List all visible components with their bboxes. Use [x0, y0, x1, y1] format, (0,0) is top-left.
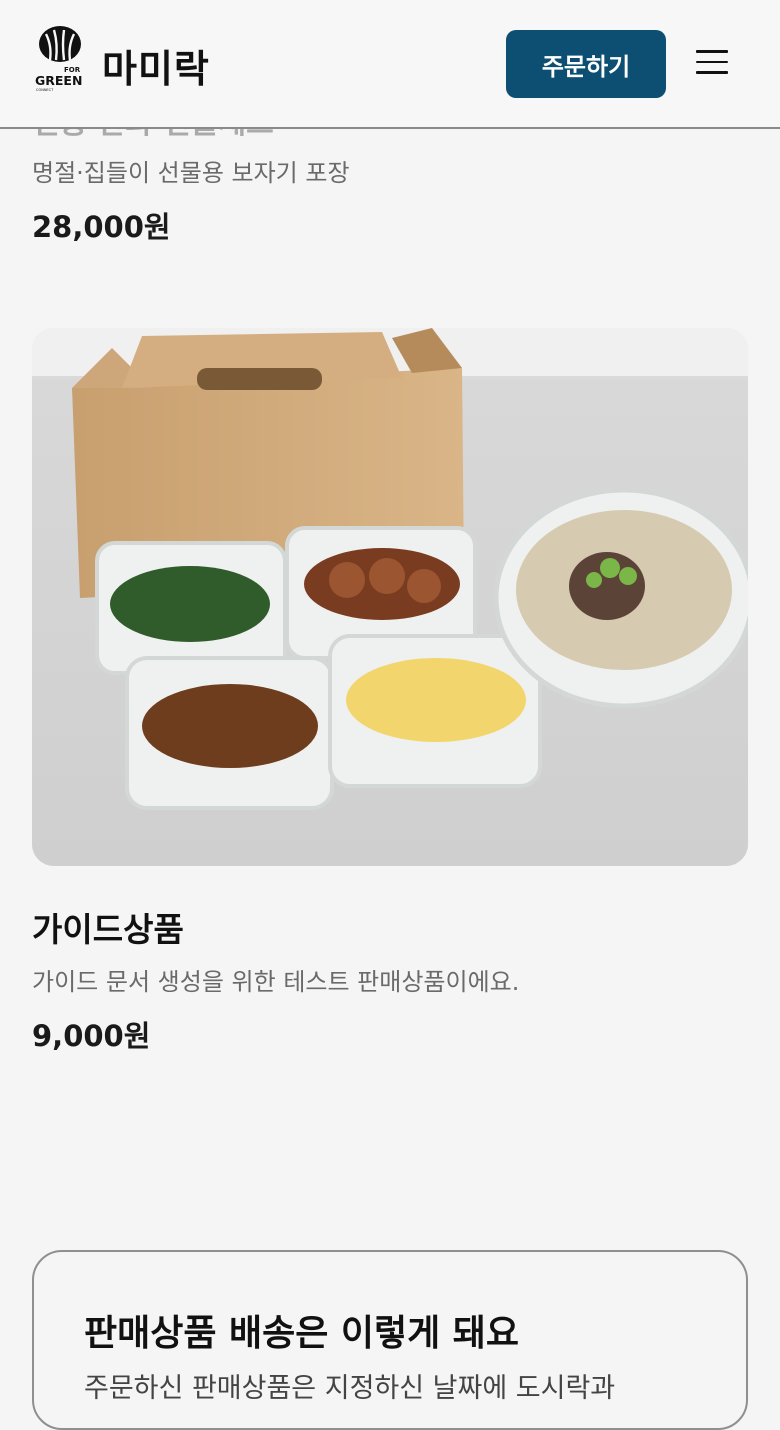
brand-logo[interactable]: FOR GREEN CONNECT	[34, 26, 86, 92]
site-header: FOR GREEN CONNECT 마미락 주문하기	[0, 0, 780, 129]
logo-connect-text: CONNECT	[36, 88, 54, 92]
product-description: 가이드 문서 생성을 위한 테스트 판매상품이에요.	[32, 968, 520, 996]
lunchbox-photo-icon	[32, 328, 748, 866]
product-title[interactable]: 가이드상품	[32, 903, 184, 951]
brand-name[interactable]: 마미락	[102, 38, 210, 93]
product-price: 28,000원	[32, 210, 171, 244]
product-price: 9,000원	[32, 1019, 151, 1053]
for-green-logo-icon: FOR GREEN CONNECT	[35, 26, 82, 92]
shipping-info-card: 판매상품 배송은 이렇게 돼요 주문하신 판매상품은 지정하신 날짜에 도시락과	[32, 1250, 748, 1430]
product-image[interactable]	[32, 328, 748, 866]
product-description: 명절·집들이 선물용 보자기 포장	[32, 159, 350, 187]
shipping-info-title: 판매상품 배송은 이렇게 돼요	[84, 1313, 520, 1354]
hamburger-menu-icon[interactable]	[696, 50, 728, 78]
order-button[interactable]: 주문하기	[506, 30, 666, 98]
logo-green-text: GREEN	[35, 73, 82, 88]
